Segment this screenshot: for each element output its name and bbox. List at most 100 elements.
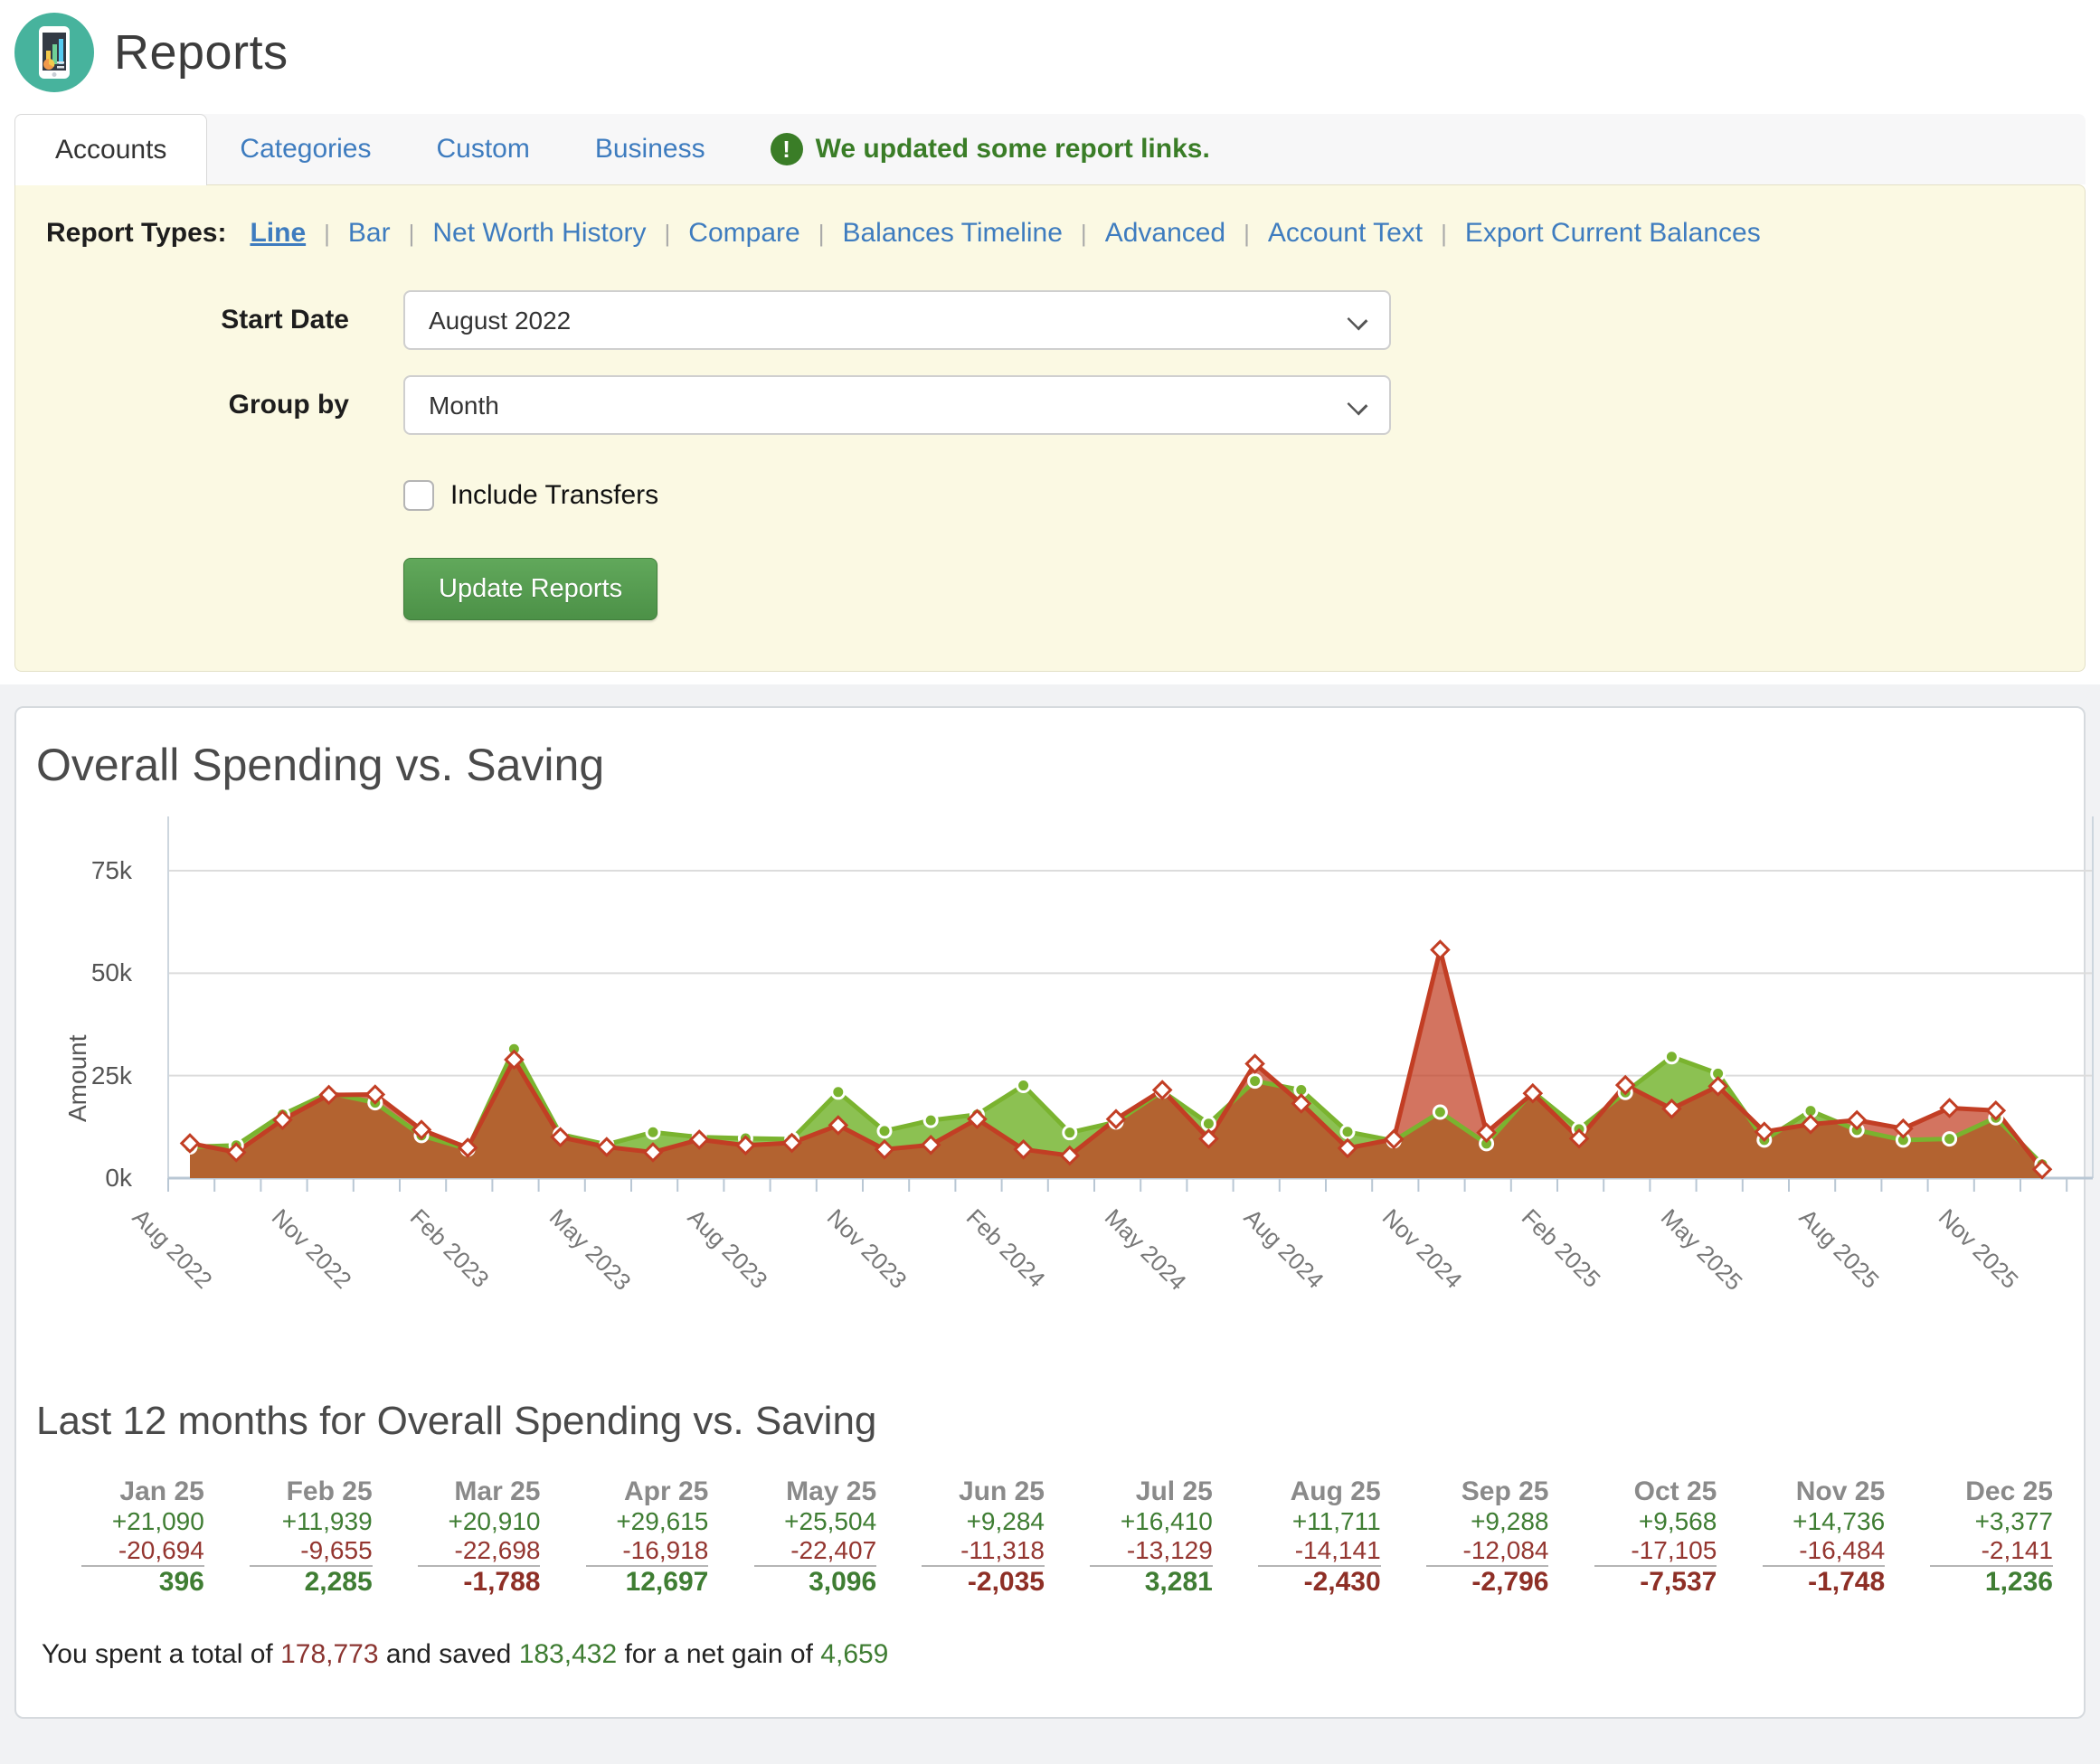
report-type-bar[interactable]: Bar xyxy=(348,218,391,249)
spending-cell: -14,141 xyxy=(1218,1536,1386,1565)
notice-text: We updated some report links. xyxy=(816,134,1210,165)
saving-marker[interactable] xyxy=(1341,1126,1354,1138)
group-by-label: Group by xyxy=(46,390,403,420)
spending-cell: -22,698 xyxy=(378,1536,546,1565)
month-header: Aug 25 xyxy=(1218,1476,1386,1507)
saving-cell: +9,284 xyxy=(882,1507,1050,1536)
total-spent-value: 178,773 xyxy=(280,1639,378,1669)
saving-cell: +9,568 xyxy=(1554,1507,1722,1536)
report-types-label: Report Types: xyxy=(46,218,226,249)
net-cell: -2,430 xyxy=(1218,1567,1386,1598)
y-tick-label: 0k xyxy=(24,1164,132,1193)
spending-cell: -2,141 xyxy=(1890,1536,2058,1565)
x-tick-label: May 2025 xyxy=(1655,1203,1748,1297)
spending-cell: -9,655 xyxy=(210,1536,378,1565)
include-transfers-checkbox[interactable] xyxy=(403,480,434,511)
group-by-select-wrap: Month xyxy=(403,375,1391,435)
tab-accounts[interactable]: Accounts xyxy=(14,114,207,185)
chart-title: Overall Spending vs. Saving xyxy=(36,739,2084,791)
saving-marker[interactable] xyxy=(1249,1075,1262,1088)
x-tick-label: Feb 2023 xyxy=(404,1203,495,1294)
totals-mid1: and saved xyxy=(379,1639,519,1669)
saving-marker[interactable] xyxy=(878,1125,891,1137)
separator: | xyxy=(800,220,843,248)
saving-marker[interactable] xyxy=(1433,1106,1446,1118)
x-tick-label: Nov 2022 xyxy=(266,1203,357,1295)
saving-cell: +20,910 xyxy=(378,1507,546,1536)
report-type-compare[interactable]: Compare xyxy=(688,218,799,249)
separator: | xyxy=(1063,220,1105,248)
x-tick-label: Nov 2024 xyxy=(1376,1203,1468,1295)
spending-cell: -13,129 xyxy=(1050,1536,1218,1565)
start-date-select-wrap: August 2022 xyxy=(403,290,1391,350)
net-cell: 3,096 xyxy=(714,1567,882,1598)
totals-mid2: for a net gain of xyxy=(617,1639,820,1669)
spending-cell: -17,105 xyxy=(1554,1536,1722,1565)
saving-marker[interactable] xyxy=(1202,1118,1215,1130)
total-saved-value: 183,432 xyxy=(519,1639,617,1669)
spending-cell: -20,694 xyxy=(42,1536,210,1565)
tab-categories[interactable]: Categories xyxy=(207,114,403,184)
spending-cell: -22,407 xyxy=(714,1536,882,1565)
net-cell: 12,697 xyxy=(545,1567,714,1598)
saving-cell: +21,090 xyxy=(42,1507,210,1536)
net-cell: -2,796 xyxy=(1386,1567,1555,1598)
spending-vs-saving-chart: Amount 0k25k50k75k Aug 2022Nov 2022Feb 2… xyxy=(16,816,2084,1368)
reports-app-icon xyxy=(14,13,94,92)
x-tick-label: Aug 2023 xyxy=(682,1203,773,1295)
saving-cell: +3,377 xyxy=(1890,1507,2058,1536)
update-reports-button[interactable]: Update Reports xyxy=(403,558,657,620)
spending-cell: -11,318 xyxy=(882,1536,1050,1565)
saving-marker[interactable] xyxy=(924,1114,937,1127)
report-type-export-current-balances[interactable]: Export Current Balances xyxy=(1465,218,1761,249)
separator: | xyxy=(1225,220,1268,248)
start-date-select[interactable]: August 2022 xyxy=(403,290,1391,350)
y-tick-label: 25k xyxy=(24,1061,132,1090)
saving-marker[interactable] xyxy=(1944,1133,1956,1146)
group-by-select[interactable]: Month xyxy=(403,375,1391,435)
saving-marker[interactable] xyxy=(1665,1051,1678,1063)
report-type-balances-timeline[interactable]: Balances Timeline xyxy=(842,218,1062,249)
report-section: Overall Spending vs. Saving Amount 0k25k… xyxy=(0,684,2100,1764)
saving-cell: +29,615 xyxy=(545,1507,714,1536)
report-type-advanced[interactable]: Advanced xyxy=(1105,218,1225,249)
y-tick-label: 50k xyxy=(24,958,132,987)
month-header: May 25 xyxy=(714,1476,882,1507)
tab-business[interactable]: Business xyxy=(563,114,738,184)
net-cell: -1,748 xyxy=(1722,1567,1890,1598)
saving-cell: +11,939 xyxy=(210,1507,378,1536)
month-header: Jan 25 xyxy=(42,1476,210,1507)
group-by-row: Group by Month xyxy=(46,375,2048,435)
page-title: Reports xyxy=(114,24,289,80)
saving-marker[interactable] xyxy=(832,1086,845,1099)
saving-cell: +25,504 xyxy=(714,1507,882,1536)
report-type-line[interactable]: Line xyxy=(250,218,306,249)
saving-cell: +11,711 xyxy=(1218,1507,1386,1536)
include-transfers-label: Include Transfers xyxy=(450,480,658,511)
y-tick-label: 75k xyxy=(24,856,132,885)
x-tick-label: May 2024 xyxy=(1099,1203,1192,1297)
month-header: Apr 25 xyxy=(545,1476,714,1507)
saving-marker[interactable] xyxy=(1017,1080,1030,1092)
net-cell: 396 xyxy=(42,1567,210,1598)
saving-cell: +14,736 xyxy=(1722,1507,1890,1536)
month-header: Dec 25 xyxy=(1890,1476,2058,1507)
include-transfers-row: Include Transfers xyxy=(403,480,2048,511)
start-date-label: Start Date xyxy=(46,305,403,335)
report-type-account-text[interactable]: Account Text xyxy=(1268,218,1423,249)
x-tick-label: Aug 2025 xyxy=(1793,1203,1885,1295)
tabs-bar: Accounts Categories Custom Business ! We… xyxy=(14,114,2086,184)
month-header: Oct 25 xyxy=(1554,1476,1722,1507)
report-links-notice: ! We updated some report links. xyxy=(771,114,1210,184)
net-cell: 1,236 xyxy=(1890,1567,2058,1598)
saving-marker[interactable] xyxy=(647,1126,659,1138)
spending-cell: -16,484 xyxy=(1722,1536,1890,1565)
saving-marker[interactable] xyxy=(1064,1127,1076,1139)
totals-prefix: You spent a total of xyxy=(42,1639,280,1669)
tab-custom[interactable]: Custom xyxy=(403,114,562,184)
start-date-row: Start Date August 2022 xyxy=(46,290,2048,350)
app-header: Reports xyxy=(0,0,2100,98)
spending-marker[interactable] xyxy=(1432,941,1448,957)
report-type-net-worth-history[interactable]: Net Worth History xyxy=(432,218,646,249)
x-tick-label: Aug 2022 xyxy=(127,1203,218,1295)
